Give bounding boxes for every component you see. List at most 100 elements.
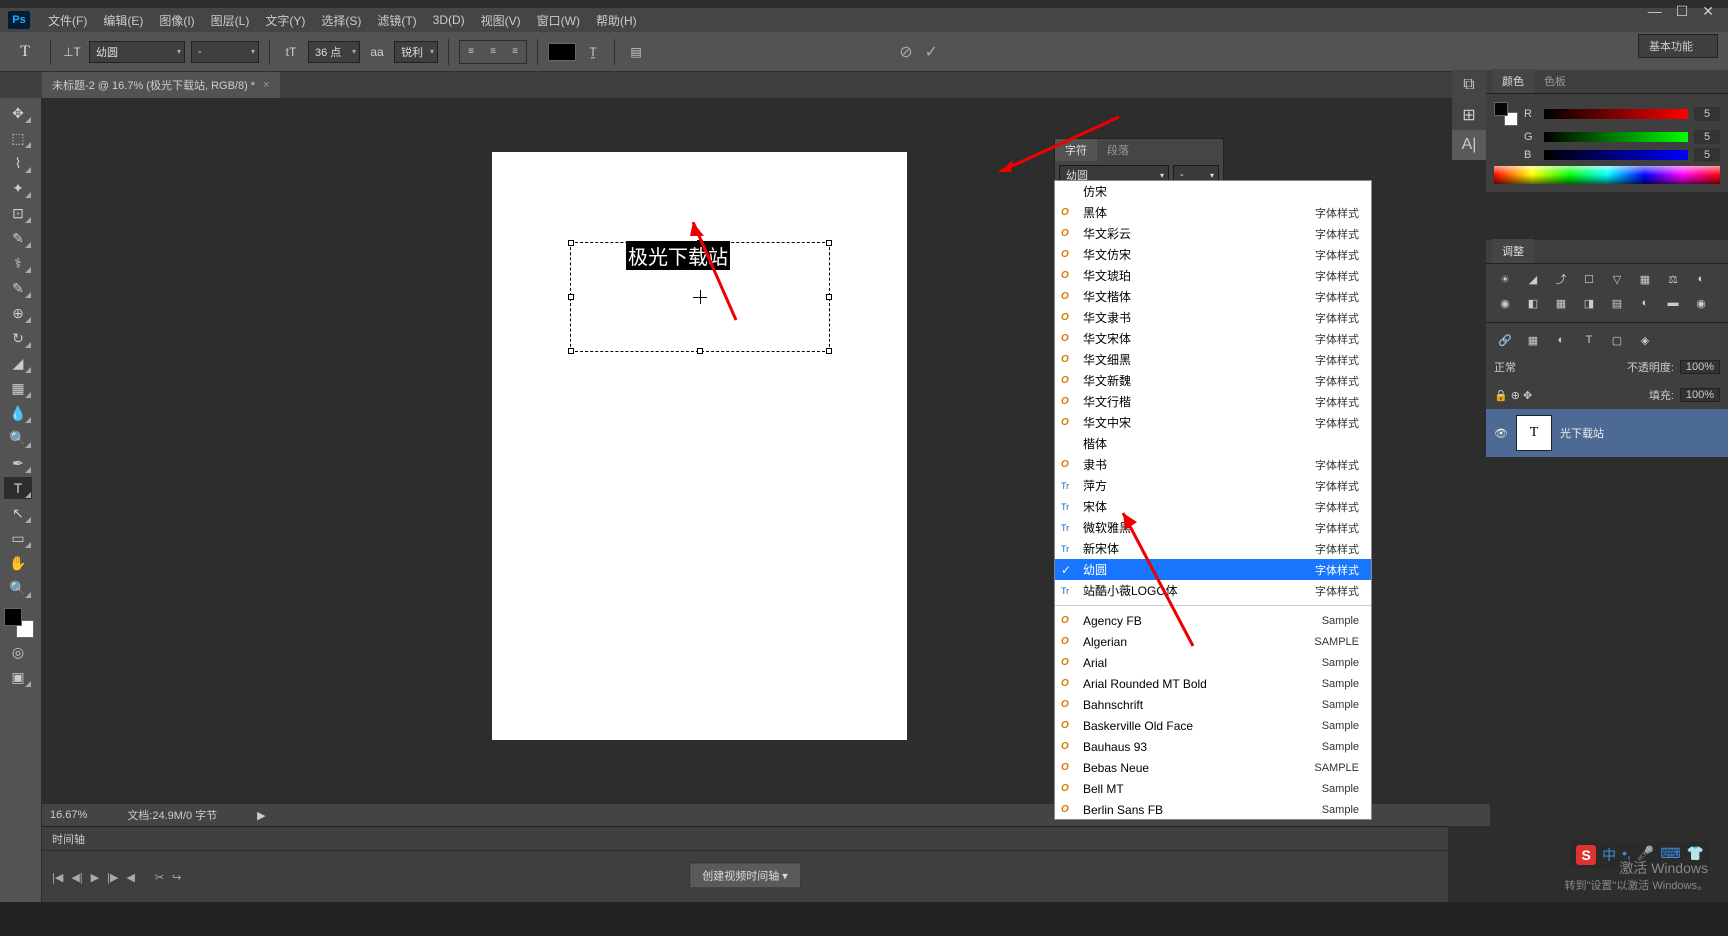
font-option[interactable]: OBerlin Sans FBSample <box>1055 799 1371 820</box>
font-option[interactable]: OBahnschriftSample <box>1055 694 1371 715</box>
minimize-button[interactable]: — <box>1648 3 1662 20</box>
character-panel-icon[interactable]: A| <box>1452 130 1486 160</box>
levels-adj-icon[interactable]: ◢ <box>1522 270 1544 288</box>
text-color-swatch[interactable] <box>548 43 576 61</box>
vibrance-adj-icon[interactable]: ▽ <box>1606 270 1628 288</box>
font-option[interactable]: OAlgerianSAMPLE <box>1055 631 1371 652</box>
font-option[interactable]: Tr新宋体字体样式 <box>1055 538 1371 559</box>
align-center-button[interactable]: ≡ <box>482 41 504 63</box>
history-brush-tool[interactable]: ↻ <box>4 327 32 349</box>
font-option[interactable]: Tr站酷小薇LOGO体字体样式 <box>1055 580 1371 601</box>
timeline-next-button[interactable]: |▶ <box>107 871 118 884</box>
font-option[interactable]: O华文彩云字体样式 <box>1055 223 1371 244</box>
hue-adj-icon[interactable]: ▦ <box>1634 270 1656 288</box>
crop-tool[interactable]: ⊡ <box>4 202 32 224</box>
menu-window[interactable]: 窗口(W) <box>529 12 588 29</box>
color-balance-adj-icon[interactable]: ⚖ <box>1662 270 1684 288</box>
menu-view[interactable]: 视图(V) <box>473 12 529 29</box>
font-option[interactable]: O华文隶书字体样式 <box>1055 307 1371 328</box>
layer-item-text[interactable]: 👁 T 光下载站 <box>1486 409 1728 457</box>
document-info[interactable]: 文档:24.9M/0 字节 <box>127 807 217 823</box>
cancel-edit-button[interactable]: ⊘ <box>899 42 912 62</box>
adjustments-tab[interactable]: 调整 <box>1492 239 1534 263</box>
blue-value[interactable]: 5 <box>1694 148 1720 162</box>
font-option[interactable]: O华文楷体字体样式 <box>1055 286 1371 307</box>
shape-tool[interactable]: ▭ <box>4 527 32 549</box>
font-option[interactable]: OArial Rounded MT BoldSample <box>1055 673 1371 694</box>
timeline-last-button[interactable]: ◀ <box>126 871 134 884</box>
color-spectrum[interactable] <box>1494 166 1720 184</box>
timeline-play-button[interactable]: ▶ <box>91 871 99 884</box>
font-option[interactable]: O华文中宋字体样式 <box>1055 412 1371 433</box>
lock-icons[interactable]: 🔒 ⊕ ✥ <box>1494 389 1532 402</box>
text-orientation-button[interactable]: ⊥T <box>61 41 83 63</box>
font-option[interactable]: OBaskerville Old FaceSample <box>1055 715 1371 736</box>
font-family-dropdown[interactable]: 幼圆 <box>89 41 185 63</box>
marquee-tool[interactable]: ⬚ <box>4 127 32 149</box>
menu-filter[interactable]: 滤镜(T) <box>369 12 424 29</box>
quick-mask-button[interactable]: ◎ <box>4 641 32 663</box>
type-layer-icon[interactable]: T <box>1578 331 1600 349</box>
eyedropper-tool[interactable]: ✎ <box>4 227 32 249</box>
posterize-adj-icon[interactable]: ▤ <box>1606 294 1628 312</box>
status-arrow[interactable]: ▶ <box>257 809 265 822</box>
healing-brush-tool[interactable]: ⚕ <box>4 252 32 274</box>
adj-layer-icon[interactable]: ◐ <box>1550 331 1572 349</box>
selected-text[interactable]: 极光下载站 <box>626 241 730 270</box>
font-option[interactable]: Tr微软雅黑字体样式 <box>1055 517 1371 538</box>
shape-layer-icon[interactable]: ▢ <box>1606 331 1628 349</box>
bw-adj-icon[interactable]: ◐ <box>1690 270 1712 288</box>
lookup-adj-icon[interactable]: ▦ <box>1550 294 1572 312</box>
history-panel-icon[interactable]: ⧉ <box>1452 70 1486 100</box>
menu-3d[interactable]: 3D(D) <box>425 13 473 27</box>
commit-edit-button[interactable]: ✓ <box>925 42 938 62</box>
menu-layer[interactable]: 图层(L) <box>203 12 258 29</box>
menu-file[interactable]: 文件(F) <box>40 12 95 29</box>
font-size-dropdown[interactable]: 36 点 <box>308 41 360 63</box>
font-dropdown-list[interactable]: 仿宋O黑体字体样式O华文彩云字体样式O华文仿宋字体样式O华文琥珀字体样式O华文楷… <box>1054 180 1372 820</box>
font-option[interactable]: O隶书字体样式 <box>1055 454 1371 475</box>
font-option[interactable]: OArialSample <box>1055 652 1371 673</box>
font-option[interactable]: Tr宋体字体样式 <box>1055 496 1371 517</box>
lasso-tool[interactable]: ⌇ <box>4 152 32 174</box>
align-left-button[interactable]: ≡ <box>460 41 482 63</box>
zoom-level[interactable]: 16.67% <box>50 809 87 821</box>
layer-name[interactable]: 光下载站 <box>1560 425 1604 441</box>
timeline-first-button[interactable]: |◀ <box>52 871 63 884</box>
color-tab[interactable]: 颜色 <box>1492 69 1534 93</box>
maximize-button[interactable]: ☐ <box>1676 3 1689 20</box>
pixel-layer-icon[interactable]: ▦ <box>1522 331 1544 349</box>
properties-panel-icon[interactable]: ⊞ <box>1452 100 1486 130</box>
font-option[interactable]: OAgency FBSample <box>1055 610 1371 631</box>
move-tool[interactable]: ✥ <box>4 102 32 124</box>
text-bounding-box[interactable]: 极光下载站 <box>570 242 830 352</box>
create-video-timeline-button[interactable]: 创建视频时间轴 ▾ <box>689 862 801 888</box>
font-option[interactable]: O华文仿宋字体样式 <box>1055 244 1371 265</box>
font-option[interactable]: 仿宋 <box>1055 181 1371 202</box>
opacity-input[interactable] <box>1680 360 1720 374</box>
text-tool[interactable]: T <box>4 477 32 499</box>
screen-mode-button[interactable]: ▣ <box>4 666 32 688</box>
gradient-tool[interactable]: ▦ <box>4 377 32 399</box>
font-option[interactable]: Tr萍方字体样式 <box>1055 475 1371 496</box>
exposure-adj-icon[interactable]: ☐ <box>1578 270 1600 288</box>
align-right-button[interactable]: ≡ <box>504 41 526 63</box>
zoom-tool[interactable]: 🔍 <box>4 577 32 599</box>
swatches-tab[interactable]: 色板 <box>1534 69 1576 93</box>
clone-stamp-tool[interactable]: ⊕ <box>4 302 32 324</box>
menu-image[interactable]: 图像(I) <box>151 12 202 29</box>
blue-slider[interactable] <box>1544 150 1688 160</box>
green-slider[interactable] <box>1544 132 1688 142</box>
font-option[interactable]: O华文琥珀字体样式 <box>1055 265 1371 286</box>
red-value[interactable]: 5 <box>1694 107 1720 121</box>
menu-edit[interactable]: 编辑(E) <box>95 12 151 29</box>
pen-tool[interactable]: ✒ <box>4 452 32 474</box>
timeline-prev-button[interactable]: ◀| <box>71 871 82 884</box>
menu-select[interactable]: 选择(S) <box>313 12 369 29</box>
font-style-dropdown[interactable]: - <box>191 41 259 63</box>
timeline-cut-button[interactable]: ✂ <box>155 871 164 884</box>
paragraph-tab[interactable]: 段落 <box>1097 139 1139 161</box>
selective-color-adj-icon[interactable]: ◉ <box>1690 294 1712 312</box>
blend-mode-dropdown[interactable]: 正常 <box>1494 359 1516 375</box>
font-option[interactable]: OBauhaus 93Sample <box>1055 736 1371 757</box>
